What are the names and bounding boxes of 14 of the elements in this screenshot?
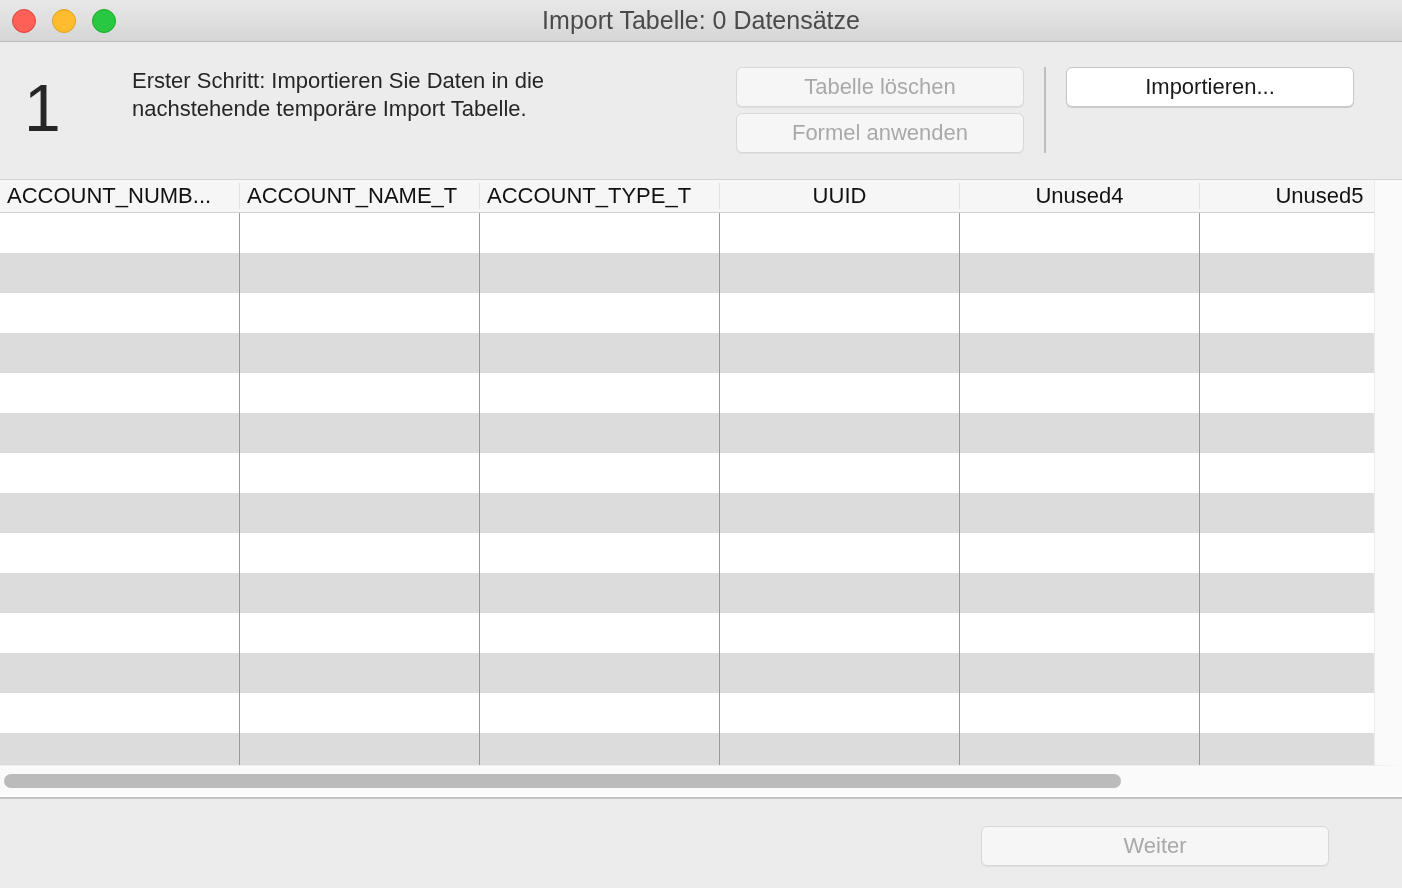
zoom-button[interactable] xyxy=(92,8,116,33)
window-title: Import Tabelle: 0 Datensätze xyxy=(542,6,860,34)
column-header[interactable]: ACCOUNT_NAME_T xyxy=(247,183,458,209)
column-header[interactable]: UUID xyxy=(812,183,867,209)
column-header[interactable]: Unused4 xyxy=(1035,183,1124,209)
minimize-button[interactable] xyxy=(52,8,76,33)
column-header[interactable]: ACCOUNT_NUMB... xyxy=(7,183,212,209)
step-number: 1 xyxy=(24,75,62,141)
horizontal-scrollbar[interactable] xyxy=(4,773,1121,788)
column-header[interactable]: Unused5 xyxy=(1275,183,1364,209)
step-description: Erster Schritt: Importieren Sie Daten in die nachstehende temporäre Import Tabelle. xyxy=(132,67,546,123)
close-button[interactable] xyxy=(12,8,36,33)
column-header[interactable]: ACCOUNT_TYPE_T xyxy=(487,183,692,209)
import-button[interactable]: Importieren... xyxy=(1066,67,1354,107)
